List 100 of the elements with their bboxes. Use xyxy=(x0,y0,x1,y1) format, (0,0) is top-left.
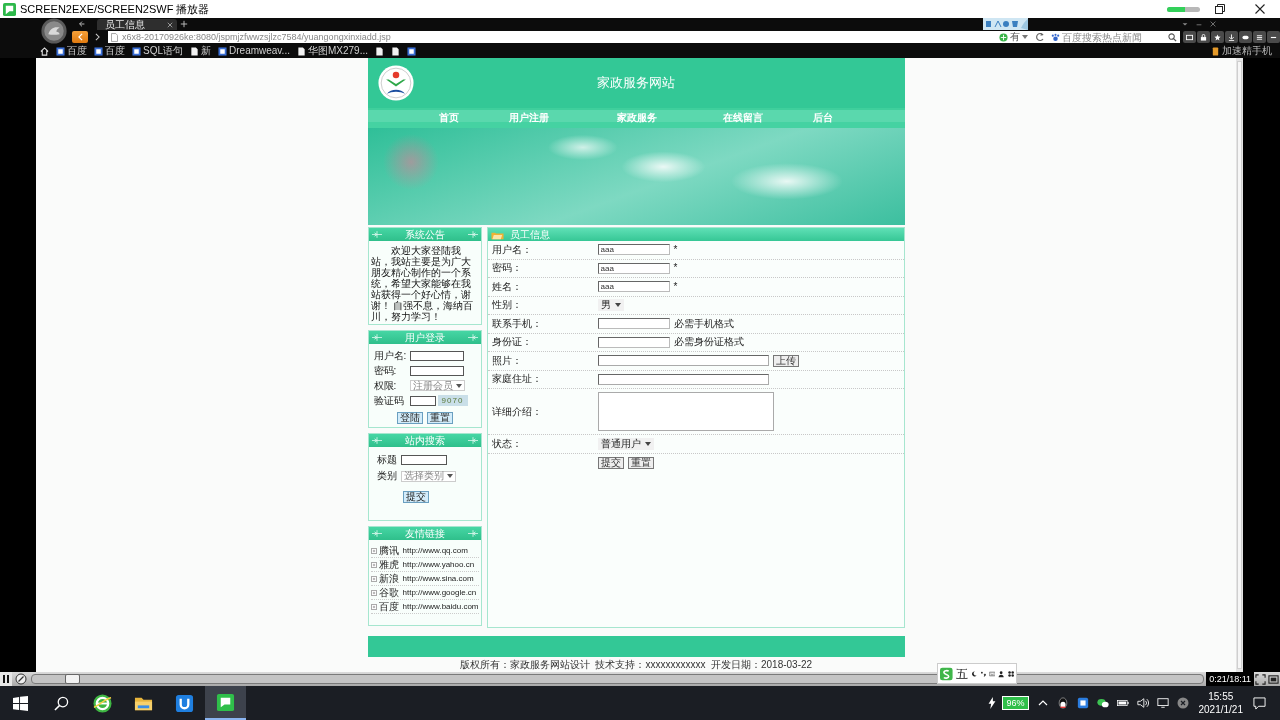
form-button[interactable]: 重置 xyxy=(426,412,453,424)
bullet-icon xyxy=(370,575,377,582)
input-field[interactable]: aaa xyxy=(597,244,670,256)
form-button[interactable]: 登陆 xyxy=(396,412,423,424)
input-field[interactable] xyxy=(409,365,464,376)
home-icon[interactable] xyxy=(40,46,49,56)
scrollbar[interactable] xyxy=(1236,58,1243,672)
fullscreen-icon[interactable] xyxy=(1268,673,1279,685)
input-field[interactable] xyxy=(400,455,447,465)
link-url[interactable]: http://www.baidu.com xyxy=(402,601,479,612)
input-field[interactable]: aaa xyxy=(597,262,670,274)
form-button[interactable]: 重置 xyxy=(627,456,654,469)
back-arrow-icon[interactable] xyxy=(78,20,86,28)
link-url[interactable]: http://www.yahoo.cn xyxy=(402,559,475,570)
toolbar-button[interactable] xyxy=(1239,31,1252,43)
s-logo-icon[interactable] xyxy=(940,665,953,682)
monitor-icon[interactable] xyxy=(1156,697,1169,709)
link-url[interactable]: http://www.qq.com xyxy=(402,545,468,556)
field-label: 类别 xyxy=(376,470,398,482)
form-button[interactable]: 提交 xyxy=(597,456,624,469)
speaker-icon[interactable] xyxy=(1136,697,1149,709)
input-field[interactable]: aaa xyxy=(597,281,670,293)
close-icon[interactable] xyxy=(1209,20,1217,28)
moon-icon[interactable] xyxy=(970,669,977,678)
close-circle-icon[interactable] xyxy=(1176,697,1189,709)
ornament-icon xyxy=(371,530,382,537)
battery-icon[interactable] xyxy=(1116,697,1129,709)
submit-button[interactable]: 提交 xyxy=(402,491,429,503)
panel-title: 友情链接 xyxy=(404,527,445,540)
link-url[interactable]: http://www.google.cn xyxy=(402,587,477,598)
person-icon[interactable] xyxy=(998,669,1005,678)
toolbar-button[interactable] xyxy=(1211,31,1224,43)
dropdown[interactable]: 选择类别 xyxy=(400,470,456,482)
ime-mode-label[interactable]: 五 xyxy=(955,666,968,681)
back-button[interactable] xyxy=(72,31,88,43)
bookmark[interactable] xyxy=(407,46,416,56)
caret-icon xyxy=(455,383,462,388)
input-field[interactable] xyxy=(597,318,670,330)
bullet-icon xyxy=(370,589,377,596)
dropdown[interactable]: 普通用户 xyxy=(597,437,654,450)
fit-window-icon[interactable] xyxy=(1255,673,1266,685)
link-name: 新浪 xyxy=(378,572,399,585)
search-icon[interactable] xyxy=(1168,32,1177,42)
clock-date[interactable]: 2021/1/21 xyxy=(1198,703,1243,716)
form-label: 身份证： xyxy=(490,336,533,349)
forward-icon[interactable] xyxy=(95,33,100,41)
ornament-icon xyxy=(467,231,478,238)
upload-button[interactable]: 上传 xyxy=(772,354,799,367)
field-note: 必需身份证格式 xyxy=(673,336,744,349)
toolbar-button[interactable] xyxy=(1197,31,1210,43)
chat-icon[interactable] xyxy=(1096,697,1109,709)
punctuation-icon[interactable] xyxy=(979,669,987,678)
dropdown[interactable]: 注册会员 xyxy=(409,380,465,391)
tab-close-icon[interactable] xyxy=(167,21,173,28)
penguin-icon[interactable] xyxy=(1056,697,1069,709)
taskbar-app[interactable] xyxy=(205,686,246,720)
dropdown[interactable]: 男 xyxy=(597,299,624,312)
progress-thumb[interactable] xyxy=(65,674,81,684)
slash-circle-icon[interactable] xyxy=(15,673,27,685)
toolbar-button[interactable] xyxy=(1253,31,1266,43)
grid-icon[interactable] xyxy=(1007,669,1014,678)
form-label: 详细介绍： xyxy=(490,405,543,418)
address-field[interactable]: x6x8-20170926ke:8080/jspmjzfwwzsjlzc7584/yuangongxinxiadd.jsp xyxy=(108,31,995,43)
toolbar-button[interactable] xyxy=(1225,31,1238,43)
input-field[interactable] xyxy=(409,350,464,361)
clock-time[interactable]: 15:55 xyxy=(1208,690,1234,703)
field-note: * xyxy=(673,280,678,293)
link-url[interactable]: http://www.sina.com xyxy=(402,573,474,584)
file-path-field[interactable] xyxy=(597,355,769,367)
notice-text: 欢迎大家登陆我站，我站主要是为广大朋友精心制作的一个系统，希望大家能够在我站获得一个好心情，谢谢！ 自强不息，海纳百川，努力学习！ xyxy=(370,245,475,322)
copyright-text: 版权所有：家政服务网站设计 技术支持：xxxxxxxxxxxx 开发日期：2018-03-22 xyxy=(458,659,814,671)
bookmark[interactable]: 百度 xyxy=(56,45,87,57)
extension-link[interactable]: 加速精手机 xyxy=(1211,45,1272,57)
link-name: 谷歌 xyxy=(378,586,399,599)
download-icon xyxy=(1228,33,1235,41)
toolbar-button[interactable] xyxy=(1183,31,1196,43)
input-field[interactable] xyxy=(597,373,769,385)
panel-title: 员工信息 xyxy=(509,228,550,241)
input-field[interactable] xyxy=(597,336,670,348)
pause-button[interactable] xyxy=(0,672,12,686)
field-label: 密码: xyxy=(373,364,398,377)
field-label: 标题 xyxy=(376,454,398,466)
menu-caret-icon[interactable] xyxy=(1181,20,1189,28)
bookmark[interactable]: 华图MX279... xyxy=(296,45,368,57)
browser-tab[interactable]: 员工信息 xyxy=(97,19,177,30)
bookmark[interactable]: SQL语句 xyxy=(132,45,183,57)
app-tile-icon[interactable] xyxy=(1076,697,1089,709)
search-field[interactable]: 百度搜索热点新闻 xyxy=(1048,31,1180,43)
link-name: 雅虎 xyxy=(378,558,399,571)
bookmark[interactable]: Dreamweav... xyxy=(218,45,290,57)
site-icon xyxy=(218,46,227,56)
notification-icon[interactable] xyxy=(1253,696,1266,710)
field-label: 用户名: xyxy=(373,349,408,362)
bookmark[interactable]: 百度 xyxy=(94,45,125,57)
gamepad-icon xyxy=(1242,33,1249,41)
search-engine-dropdown[interactable]: 有 xyxy=(995,31,1032,43)
bookmark[interactable]: 新 xyxy=(190,45,211,57)
toolbar-button[interactable] xyxy=(1267,31,1280,43)
captcha-field[interactable] xyxy=(409,395,436,406)
new-tab-icon[interactable] xyxy=(180,20,188,28)
